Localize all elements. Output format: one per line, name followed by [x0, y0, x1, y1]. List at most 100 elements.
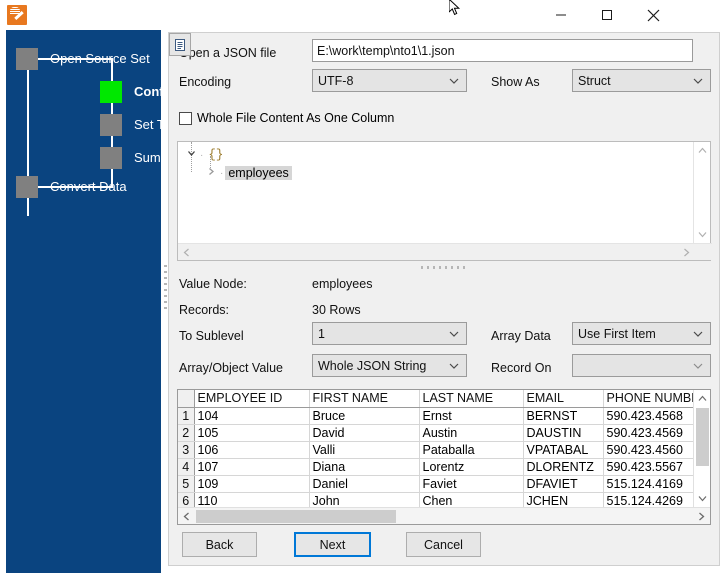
cell-first-name[interactable]: John	[309, 492, 420, 507]
column-header[interactable]: PHONE NUMBE	[603, 390, 694, 408]
scroll-left-icon[interactable]	[178, 508, 195, 525]
expand-collapse-icon[interactable]	[184, 149, 198, 161]
scroll-down-icon[interactable]	[694, 490, 711, 507]
column-header[interactable]: EMPLOYEE ID	[194, 390, 310, 408]
vertical-splitter[interactable]	[162, 265, 168, 317]
cell-last-name[interactable]: Austin	[419, 424, 524, 442]
cell-last-name[interactable]: Ernst	[419, 407, 524, 425]
tree-vertical-scrollbar[interactable]	[693, 142, 710, 243]
array-data-select[interactable]: Use First Item	[572, 322, 711, 345]
cell-first-name[interactable]: David	[309, 424, 420, 442]
tree-node-employees-label: employees	[225, 166, 292, 180]
scroll-left-icon[interactable]	[178, 244, 195, 261]
cell-first-name[interactable]: Bruce	[309, 407, 420, 425]
application-window: Open Source Set Config Source Set Target…	[0, 0, 724, 573]
encoding-label: Encoding	[179, 75, 232, 89]
column-header[interactable]: LAST NAME	[419, 390, 524, 408]
records-value: 30 Rows	[312, 303, 361, 317]
cell-email[interactable]: VPATABAL	[523, 441, 604, 459]
row-number: 6	[178, 492, 195, 507]
cell-employee-id[interactable]: 110	[194, 492, 310, 507]
cell-phone-number[interactable]: 590.423.5567	[603, 458, 694, 476]
sidebar-item-label: Open Source Set	[50, 51, 150, 66]
browse-file-button[interactable]	[169, 33, 191, 56]
grid-horizontal-scrollbar[interactable]	[178, 507, 710, 524]
cell-email[interactable]: DLORENTZ	[523, 458, 604, 476]
expand-collapse-icon[interactable]	[204, 167, 218, 179]
cell-phone-number[interactable]: 590.423.4569	[603, 424, 694, 442]
scroll-down-icon[interactable]	[694, 226, 711, 243]
close-button[interactable]	[630, 0, 676, 30]
table-row[interactable]: 6 110 John Chen JCHEN 515.124.4269	[178, 492, 694, 507]
show-as-label: Show As	[491, 75, 540, 89]
app-logo-icon	[7, 5, 27, 25]
cell-employee-id[interactable]: 105	[194, 424, 310, 442]
table-row[interactable]: 5 109 Daniel Faviet DFAVIET 515.124.4169	[178, 475, 694, 493]
encoding-value: UTF-8	[318, 73, 354, 88]
column-header[interactable]: FIRST NAME	[309, 390, 420, 408]
preview-data-grid[interactable]: EMPLOYEE ID FIRST NAME LAST NAME EMAIL P…	[177, 389, 711, 525]
maximize-button[interactable]	[584, 0, 630, 30]
data-table: EMPLOYEE ID FIRST NAME LAST NAME EMAIL P…	[178, 390, 694, 507]
chevron-down-icon	[693, 331, 703, 337]
back-button[interactable]: Back	[182, 532, 257, 557]
table-row[interactable]: 1 104 Bruce Ernst BERNST 590.423.4568	[178, 407, 694, 425]
tree-dot-icon: ·	[220, 167, 224, 179]
cell-email[interactable]: JCHEN	[523, 492, 604, 507]
json-file-path-input[interactable]	[312, 39, 693, 62]
cell-employee-id[interactable]: 109	[194, 475, 310, 493]
cell-phone-number[interactable]: 590.423.4560	[603, 441, 694, 459]
encoding-select[interactable]: UTF-8	[312, 69, 467, 92]
minimize-button[interactable]	[538, 0, 584, 30]
cell-email[interactable]: DAUSTIN	[523, 424, 604, 442]
show-as-select[interactable]: Struct	[572, 69, 711, 92]
to-sublevel-select[interactable]: 1	[312, 322, 467, 345]
cell-first-name[interactable]: Daniel	[309, 475, 420, 493]
cell-first-name[interactable]: Diana	[309, 458, 420, 476]
grid-vertical-scrollbar[interactable]	[693, 390, 710, 507]
whole-file-one-column-checkbox[interactable]: Whole File Content As One Column	[179, 111, 394, 125]
cell-email[interactable]: DFAVIET	[523, 475, 604, 493]
chevron-down-icon	[449, 363, 459, 369]
column-header[interactable]: EMAIL	[523, 390, 604, 408]
cancel-button[interactable]: Cancel	[406, 532, 481, 557]
row-number: 1	[178, 407, 195, 425]
scroll-up-icon[interactable]	[694, 390, 711, 407]
grid-horizontal-scroll-thumb[interactable]	[196, 510, 396, 523]
cell-employee-id[interactable]: 104	[194, 407, 310, 425]
next-button[interactable]: Next	[294, 532, 371, 557]
table-row[interactable]: 4 107 Diana Lorentz DLORENTZ 590.423.556…	[178, 458, 694, 476]
scroll-right-icon[interactable]	[678, 244, 695, 261]
cell-last-name[interactable]: Lorentz	[419, 458, 524, 476]
cell-last-name[interactable]: Chen	[419, 492, 524, 507]
sidebar-bottom-edge	[6, 566, 161, 573]
row-number: 3	[178, 441, 195, 459]
tree-horizontal-scrollbar[interactable]	[178, 243, 712, 260]
json-structure-tree[interactable]: · {} · employees	[177, 141, 712, 261]
scroll-up-icon[interactable]	[694, 142, 711, 159]
cell-phone-number[interactable]: 515.124.4269	[603, 492, 694, 507]
cell-employee-id[interactable]: 106	[194, 441, 310, 459]
mouse-cursor-icon	[449, 0, 461, 16]
cell-email[interactable]: BERNST	[523, 407, 604, 425]
horizontal-splitter[interactable]	[177, 263, 711, 272]
open-file-label: Open a JSON file	[179, 46, 277, 60]
step-marker-icon	[16, 48, 38, 70]
records-label: Records:	[179, 303, 230, 317]
cell-phone-number[interactable]: 590.423.4568	[603, 407, 694, 425]
wizard-sidebar: Open Source Set Config Source Set Target…	[6, 30, 223, 573]
cell-last-name[interactable]: Pataballa	[419, 441, 524, 459]
array-object-value-select[interactable]: Whole JSON String	[312, 354, 467, 377]
table-row[interactable]: 2 105 David Austin DAUSTIN 590.423.4569	[178, 424, 694, 442]
record-on-select[interactable]	[572, 354, 711, 377]
cell-last-name[interactable]: Faviet	[419, 475, 524, 493]
step-marker-icon	[16, 176, 38, 198]
scroll-right-icon[interactable]	[693, 508, 710, 525]
grid-vertical-scroll-thumb[interactable]	[696, 408, 709, 466]
cell-first-name[interactable]: Valli	[309, 441, 420, 459]
cell-phone-number[interactable]: 515.124.4169	[603, 475, 694, 493]
tree-node-root[interactable]: · {}	[184, 146, 226, 164]
table-row[interactable]: 3 106 Valli Pataballa VPATABAL 590.423.4…	[178, 441, 694, 459]
cell-employee-id[interactable]: 107	[194, 458, 310, 476]
tree-node-employees[interactable]: · employees	[204, 164, 292, 182]
